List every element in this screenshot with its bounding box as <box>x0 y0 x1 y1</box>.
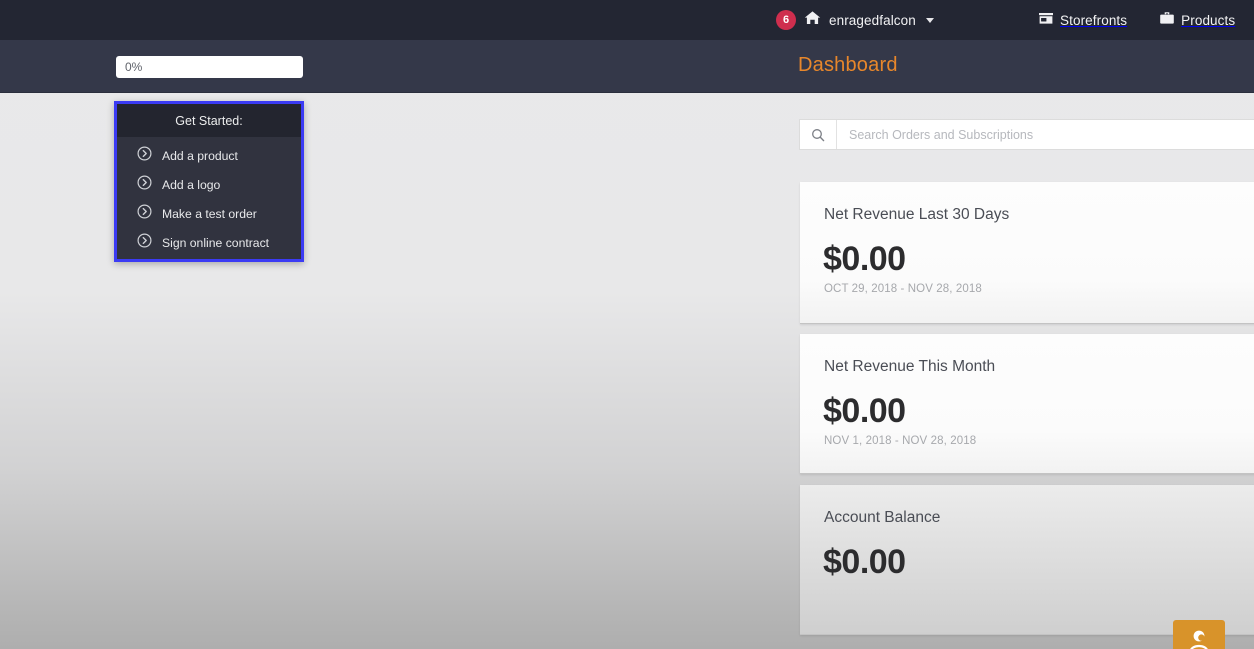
get-started-panel[interactable]: Get Started: Add a product Add a logo Ma… <box>114 101 304 262</box>
metric-card-title: Net Revenue This Month <box>824 358 996 375</box>
get-started-item-sign-online-contract[interactable]: Sign online contract <box>117 228 301 257</box>
metric-card-amount: $0.00 <box>823 392 906 430</box>
metric-card-title: Account Balance <box>824 509 941 526</box>
metric-card-date-range: OCT 29, 2018 - NOV 28, 2018 <box>824 283 982 295</box>
nav-link-products[interactable]: Products <box>1159 11 1235 30</box>
briefcase-icon <box>1159 11 1175 30</box>
chevron-down-icon[interactable] <box>925 17 934 23</box>
metric-card-title: Net Revenue Last 30 Days <box>824 206 1010 223</box>
home-icon[interactable] <box>804 10 821 31</box>
get-started-list: Add a product Add a logo Make a test ord… <box>117 137 301 257</box>
support-chat-launcher[interactable] <box>1173 620 1225 649</box>
circle-chevron-right-icon <box>137 203 152 224</box>
support-person-icon <box>1186 627 1212 649</box>
get-started-item-label: Make a test order <box>162 206 257 221</box>
primary-nav-links: Storefronts Products <box>1038 0 1254 40</box>
store-icon <box>1038 11 1054 30</box>
nav-link-storefronts[interactable]: Storefronts <box>1038 11 1127 30</box>
metric-card-account-balance: Account Balance $0.00 <box>800 485 1254 635</box>
metric-card-net-revenue-this-month: Net Revenue This Month $0.00 NOV 1, 2018… <box>800 334 1254 474</box>
search-bar[interactable] <box>799 119 1254 150</box>
metric-card-net-revenue-last-30-days: Net Revenue Last 30 Days $0.00 OCT 29, 2… <box>800 182 1254 324</box>
circle-chevron-right-icon <box>137 145 152 166</box>
notification-badge[interactable]: 6 <box>776 10 796 30</box>
circle-chevron-right-icon <box>137 174 152 195</box>
search-input[interactable] <box>837 120 1254 149</box>
get-started-item-label: Add a product <box>162 148 238 163</box>
get-started-item-add-a-logo[interactable]: Add a logo <box>117 170 301 199</box>
nav-link-products-label: Products <box>1181 12 1236 28</box>
nav-link-storefronts-label: Storefronts <box>1060 12 1128 28</box>
onboarding-progress-bar[interactable]: 0% <box>116 56 303 78</box>
circle-chevron-right-icon <box>137 232 152 253</box>
get-started-item-label: Sign online contract <box>162 235 270 250</box>
get-started-item-label: Add a logo <box>162 177 221 192</box>
search-icon[interactable] <box>800 120 837 149</box>
metric-card-date-range: NOV 1, 2018 - NOV 28, 2018 <box>824 435 977 447</box>
metric-card-amount: $0.00 <box>823 543 906 581</box>
get-started-item-make-a-test-order[interactable]: Make a test order <box>117 199 301 228</box>
get-started-header: Get Started: <box>117 104 301 137</box>
metric-card-amount: $0.00 <box>823 240 906 278</box>
onboarding-progress-label: 0% <box>125 60 143 74</box>
top-navigation-bar: 6 enragedfalcon Storefronts Products <box>0 0 1254 40</box>
dashboard-subheader-bar: 0% Dashboard <box>0 40 1254 93</box>
get-started-item-add-a-product[interactable]: Add a product <box>117 141 301 170</box>
page-title: Dashboard <box>798 54 898 76</box>
account-name-label: enragedfalcon <box>829 12 916 28</box>
account-menu[interactable]: 6 enragedfalcon <box>776 0 934 40</box>
